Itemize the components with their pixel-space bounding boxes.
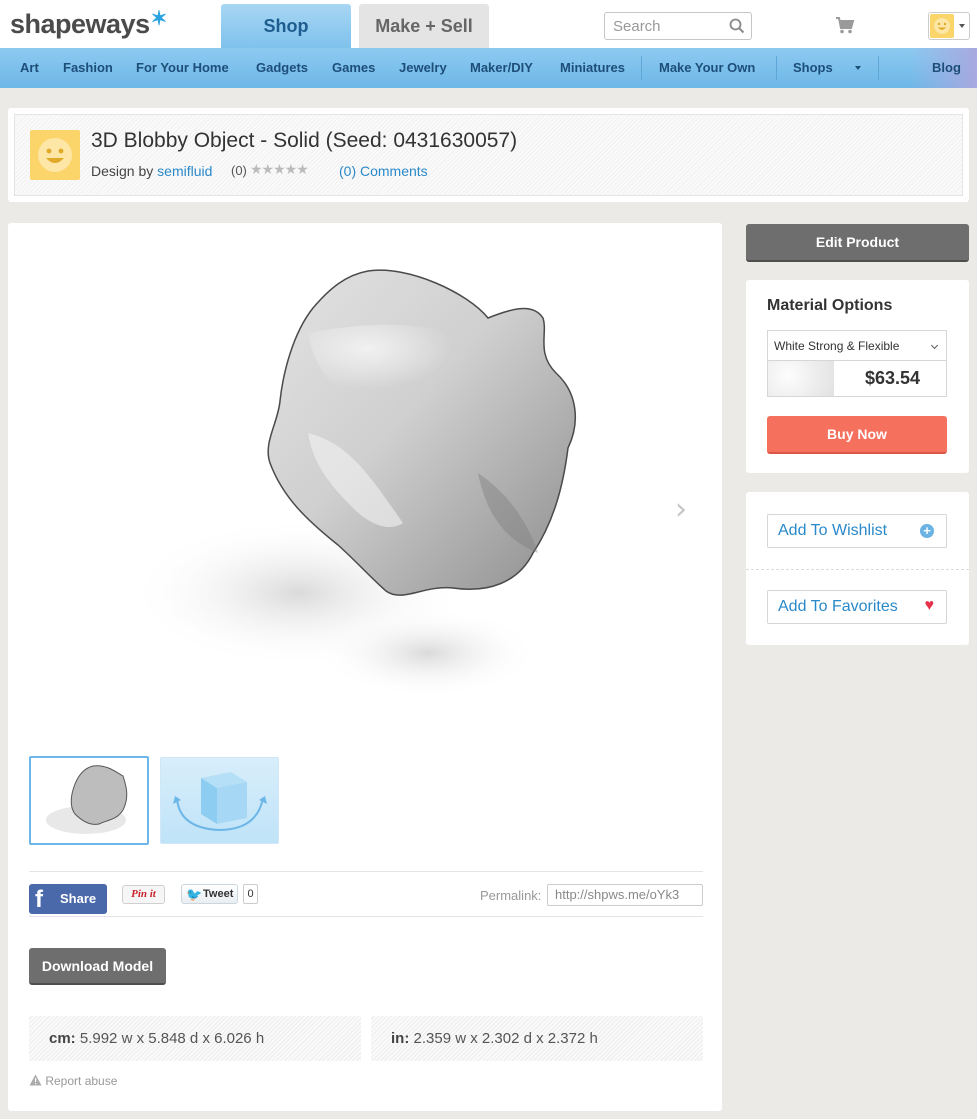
material-swatch	[768, 361, 834, 396]
heart-icon: ♥	[924, 597, 935, 614]
rating-count: (0)	[231, 163, 247, 178]
permalink-label: Permalink:	[480, 888, 542, 903]
rating-stars[interactable]: ★★★★★	[250, 161, 309, 178]
dimensions-cm: cm: 5.992 w x 5.848 d x 6.026 h	[29, 1016, 361, 1061]
pinterest-button[interactable]: Pin it	[122, 885, 165, 904]
price: $63.54	[864, 368, 920, 388]
nav-gadgets[interactable]: Gadgets	[256, 48, 308, 88]
material-select[interactable]: White Strong & Flexible	[767, 330, 947, 360]
designer-avatar[interactable]	[30, 130, 80, 180]
tweet-count: 0	[243, 884, 258, 904]
search-input[interactable]	[605, 13, 723, 39]
facebook-share-button[interactable]: f Share	[29, 884, 107, 914]
cart-icon[interactable]	[835, 16, 855, 39]
thumbnail-3d-view-icon[interactable]	[160, 757, 279, 844]
material-options-title: Material Options	[767, 297, 893, 314]
add-to-wishlist-button[interactable]: Add To Wishlist +	[767, 514, 947, 548]
buy-now-button[interactable]: Buy Now	[767, 416, 947, 454]
search-icon[interactable]	[729, 18, 745, 39]
product-header-card	[8, 108, 969, 202]
warning-icon	[29, 1074, 42, 1086]
nav-art[interactable]: Art	[20, 48, 39, 88]
edit-product-button[interactable]: Edit Product	[746, 224, 969, 262]
product-image-viewer[interactable]	[8, 223, 722, 743]
download-model-button[interactable]: Download Model	[29, 948, 166, 985]
tab-make-sell[interactable]: Make + Sell	[359, 4, 489, 48]
nav-jewelry[interactable]: Jewelry	[399, 48, 447, 88]
user-menu[interactable]	[928, 12, 970, 40]
shapeways-logo[interactable]: shapeways✶	[10, 8, 168, 40]
design-by: Design by semifluid	[91, 163, 213, 179]
page-title: 3D Blobby Object - Solid (Seed: 04316300…	[91, 129, 518, 152]
nav-make-your-own[interactable]: Make Your Own	[659, 48, 755, 88]
nav-for-your-home[interactable]: For Your Home	[136, 48, 229, 88]
dimensions-in: in: 2.359 w x 2.302 d x 2.372 h	[371, 1016, 703, 1061]
nav-maker-diy[interactable]: Maker/DIY	[470, 48, 533, 88]
facebook-icon: f	[35, 886, 43, 913]
category-nav: Art Fashion For Your Home Gadgets Games …	[0, 48, 977, 88]
report-abuse-link[interactable]: Report abuse	[29, 1074, 117, 1088]
tab-shop[interactable]: Shop	[221, 4, 351, 48]
comments-link[interactable]: (0) Comments	[339, 163, 428, 179]
nav-games[interactable]: Games	[332, 48, 375, 88]
search-box	[604, 12, 752, 40]
logo-star-icon: ✶	[150, 8, 168, 30]
twitter-bird-icon: 🐦	[186, 887, 203, 902]
nav-blog[interactable]: Blog	[932, 48, 961, 88]
user-avatar	[930, 14, 954, 38]
add-to-favorites-button[interactable]: Add To Favorites ♥	[767, 590, 947, 624]
next-image-chevron-icon[interactable]: ›	[675, 492, 687, 527]
top-header: shapeways✶ Shop Make + Sell	[0, 0, 977, 48]
plus-icon: +	[920, 524, 934, 538]
thumbnail-3d-render[interactable]	[29, 756, 149, 845]
designer-link[interactable]: semifluid	[157, 163, 212, 179]
chevron-down-icon	[959, 24, 965, 28]
chevron-down-icon	[930, 341, 939, 350]
nav-shops[interactable]: Shops	[793, 48, 833, 88]
shops-dropdown-icon[interactable]	[855, 66, 861, 70]
permalink-field[interactable]: http://shpws.me/oYk3	[547, 884, 703, 906]
nav-fashion[interactable]: Fashion	[63, 48, 113, 88]
material-price-row: $63.54	[767, 360, 947, 397]
tweet-button[interactable]: 🐦 Tweet	[181, 884, 238, 904]
nav-miniatures[interactable]: Miniatures	[560, 48, 625, 88]
